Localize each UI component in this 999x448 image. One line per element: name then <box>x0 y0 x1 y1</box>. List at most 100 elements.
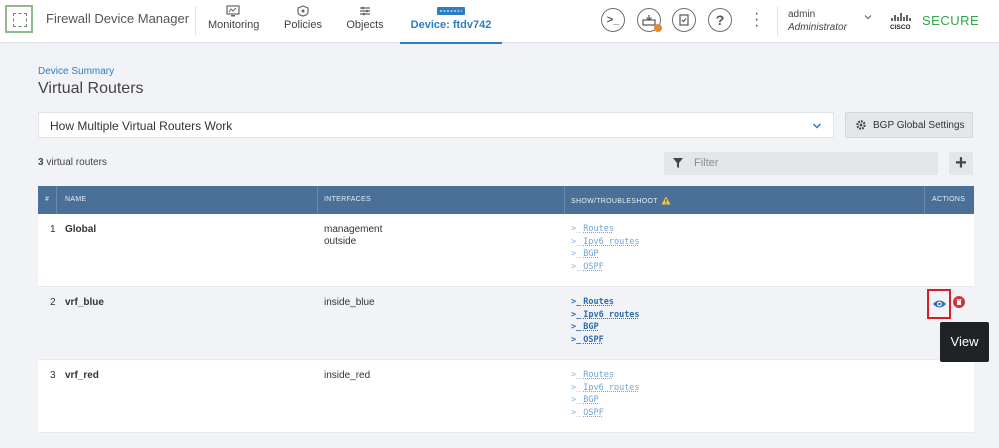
cli-prompt-icon: >_ <box>571 297 582 307</box>
show-troubleshoot-links: >_ Routes >_ Ipv6 routes >_ BGP >_ OSPF <box>571 223 640 274</box>
trash-icon <box>956 299 962 305</box>
header-actions: ACTIONS <box>932 196 966 203</box>
link-label: OSPF <box>583 335 604 346</box>
warning-icon[interactable] <box>661 196 671 205</box>
how-label: How Multiple Virtual Routers Work <box>50 119 233 133</box>
view-button[interactable] <box>927 289 951 319</box>
view-tooltip: View <box>940 322 989 362</box>
active-tab-indicator <box>400 42 502 44</box>
show-ipv6-routes-link[interactable]: >_ Ipv6 routes <box>571 236 640 249</box>
show-routes-link[interactable]: >_ Routes <box>571 296 640 309</box>
show-troubleshoot-links: >_ Routes >_ Ipv6 routes >_ BGP >_ OSPF <box>571 369 640 420</box>
link-label: OSPF <box>583 262 604 273</box>
link-label: BGP <box>583 395 599 406</box>
filter-icon <box>673 158 683 168</box>
nav-label: Objects <box>346 19 384 31</box>
table-row: 2 vrf_blue inside_blue >_ Routes >_ Ipv6 r… <box>38 287 974 360</box>
more-options-icon[interactable]: · · · <box>754 6 759 34</box>
user-role: Administrator <box>788 22 847 33</box>
divider <box>195 6 196 36</box>
table-row: 3 vrf_red inside_red >_ Routes >_ Ipv6 rou… <box>38 360 974 433</box>
show-routes-link[interactable]: >_ Routes <box>571 369 640 382</box>
api-explorer-icon <box>679 14 689 26</box>
plus-icon: + <box>955 152 967 174</box>
link-label: Ipv6 routes <box>583 382 640 393</box>
header-num: # <box>45 196 50 203</box>
table-row: 1 Global management outside >_ Routes >_ I… <box>38 214 974 287</box>
nav-monitoring[interactable]: Monitoring <box>208 0 259 43</box>
brand-secure-label: SECURE <box>922 13 980 28</box>
breadcrumb[interactable]: Device Summary <box>38 66 114 77</box>
deployment-icon <box>642 15 656 26</box>
add-virtual-router-button[interactable]: + <box>949 152 973 175</box>
nav-policies[interactable]: Policies <box>284 0 322 43</box>
router-interfaces: inside_blue <box>324 297 375 309</box>
router-count-number: 3 <box>38 157 44 168</box>
row-number: 3 <box>50 370 56 381</box>
pending-changes-dot <box>654 24 662 32</box>
cli-prompt-icon: >_ <box>571 249 582 260</box>
row-number: 1 <box>50 224 56 235</box>
show-ipv6-routes-link[interactable]: >_ Ipv6 routes <box>571 382 640 395</box>
eye-icon <box>933 300 946 308</box>
cli-prompt-icon: >_ <box>571 224 582 234</box>
fdm-logo-icon <box>5 5 33 33</box>
chevron-down-icon <box>812 123 822 129</box>
router-interfaces: inside_red <box>324 370 370 382</box>
nav-label: Policies <box>284 19 322 31</box>
top-navigation-bar: Firewall Device Manager Monitoring Polic… <box>0 0 999 44</box>
show-bgp-link[interactable]: >_ BGP <box>571 394 640 407</box>
cli-prompt-icon: >_ <box>571 309 582 320</box>
show-ospf-link[interactable]: >_ OSPF <box>571 407 640 420</box>
link-label: Routes <box>583 297 614 307</box>
show-bgp-link[interactable]: >_ BGP <box>571 321 640 334</box>
cli-prompt-icon: >_ <box>571 322 582 333</box>
show-routes-link[interactable]: >_ Routes <box>571 223 640 236</box>
page-title: Virtual Routers <box>38 80 144 97</box>
link-label: Routes <box>583 370 614 380</box>
interface-name: inside_red <box>324 370 371 381</box>
cli-console-icon: >_ <box>606 14 620 26</box>
cli-console-button[interactable]: >_ <box>601 8 625 32</box>
cli-prompt-icon: >_ <box>571 335 582 346</box>
header-name[interactable]: NAME <box>65 196 86 203</box>
link-label: Routes <box>583 224 614 234</box>
cli-prompt-icon: >_ <box>571 262 582 273</box>
bgp-global-settings-button[interactable]: BGP Global Settings <box>845 112 973 138</box>
router-name: vrf_blue <box>65 297 104 308</box>
cli-prompt-icon: >_ <box>571 408 582 419</box>
policies-icon <box>297 5 309 17</box>
help-icon: ? <box>715 12 725 28</box>
router-count: 3 virtual routers <box>38 157 107 168</box>
show-ospf-link[interactable]: >_ OSPF <box>571 261 640 274</box>
column-divider <box>924 186 925 214</box>
cli-prompt-icon: >_ <box>571 395 582 406</box>
cli-prompt-icon: >_ <box>571 236 582 247</box>
cli-prompt-icon: >_ <box>571 382 582 393</box>
show-ipv6-routes-link[interactable]: >_ Ipv6 routes <box>571 309 640 322</box>
header-show-label: SHOW/TROUBLESHOOT <box>571 198 658 205</box>
device-icon <box>437 7 465 15</box>
link-label: BGP <box>583 322 599 333</box>
column-divider <box>317 186 318 214</box>
help-button[interactable]: ? <box>708 8 732 32</box>
show-bgp-link[interactable]: >_ BGP <box>571 248 640 261</box>
nav-objects[interactable]: Objects <box>346 0 384 43</box>
link-label: OSPF <box>583 408 604 419</box>
row-number: 2 <box>50 297 56 308</box>
how-virtual-routers-work-dropdown[interactable]: How Multiple Virtual Routers Work <box>38 112 834 138</box>
interface-name: inside_blue <box>324 297 375 308</box>
divider <box>777 6 778 36</box>
chevron-down-icon[interactable] <box>864 13 872 21</box>
bgp-button-label: BGP Global Settings <box>873 120 965 131</box>
cli-prompt-icon: >_ <box>571 370 582 380</box>
delete-button[interactable] <box>953 296 965 308</box>
deployment-button[interactable] <box>637 8 662 32</box>
nav-device[interactable]: Device: ftdv742 <box>400 0 502 44</box>
filter-input[interactable]: Filter <box>664 152 938 175</box>
show-ospf-link[interactable]: >_ OSPF <box>571 334 640 347</box>
interface-name: outside <box>324 236 357 247</box>
user-name[interactable]: admin <box>788 9 815 20</box>
nav-label: Device: ftdv742 <box>410 19 492 31</box>
api-explorer-button[interactable] <box>672 8 696 32</box>
